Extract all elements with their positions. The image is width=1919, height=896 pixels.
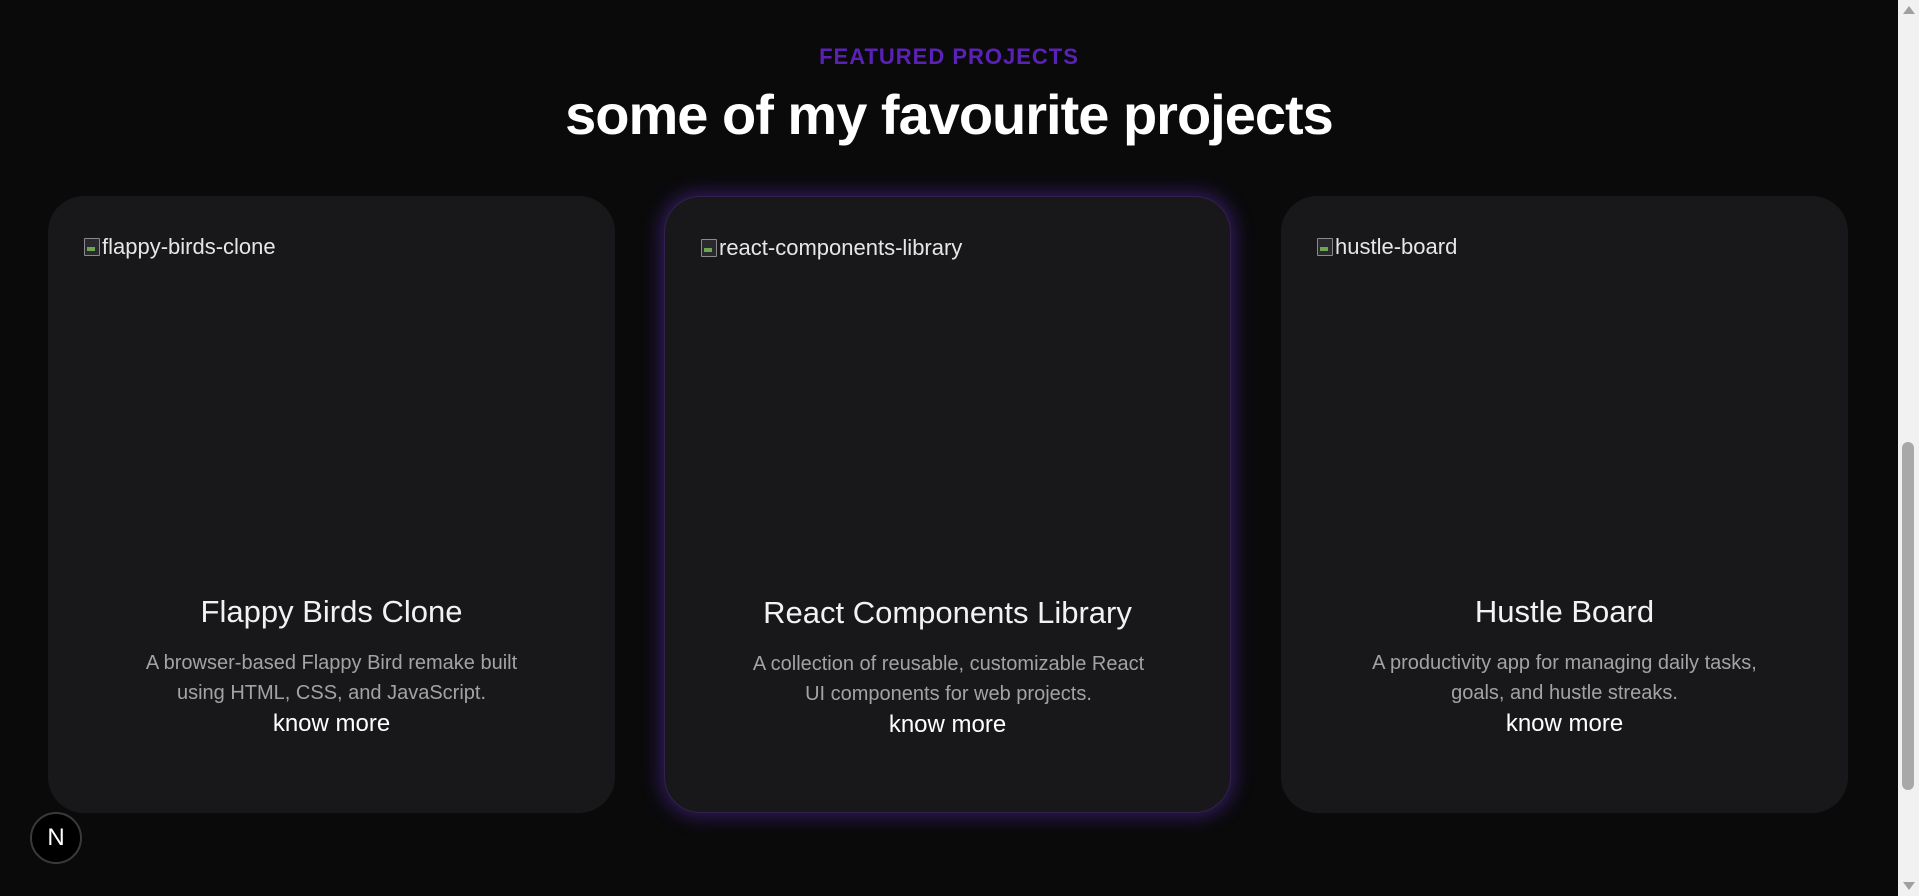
scroll-up-arrow-icon[interactable] [1903, 6, 1915, 14]
project-image: hustle-board [1317, 234, 1457, 260]
project-image: flappy-birds-clone [84, 234, 276, 260]
nextjs-dev-badge[interactable]: N [30, 812, 82, 864]
vertical-scrollbar[interactable] [1898, 0, 1919, 896]
section-eyebrow: FEATURED PROJECTS [819, 44, 1079, 69]
project-title: React Components Library [763, 595, 1132, 630]
know-more-link[interactable]: know more [48, 710, 615, 738]
section-title: some of my favourite projects [565, 83, 1334, 146]
nextjs-logo-icon: N [47, 824, 65, 851]
project-image: react-components-library [701, 235, 962, 261]
broken-image-icon [1317, 238, 1333, 256]
broken-image-icon [84, 238, 100, 256]
scroll-down-arrow-icon[interactable] [1903, 882, 1915, 890]
image-alt-text: hustle-board [1335, 234, 1458, 259]
image-alt-text: flappy-birds-clone [102, 234, 276, 259]
project-cards: flappy-birds-clone Flappy Birds Clone A … [48, 196, 1848, 813]
project-card-react-components[interactable]: react-components-library React Component… [664, 196, 1231, 813]
project-description: A browser-based Flappy Bird remake built… [145, 652, 518, 704]
project-title: Flappy Birds Clone [200, 594, 463, 629]
project-card-hustle-board[interactable]: hustle-board Hustle Board A productivity… [1281, 196, 1848, 813]
project-title: Hustle Board [1474, 594, 1655, 629]
projects-page: FEATURED PROJECTS some of my favourite p… [0, 0, 1919, 896]
project-description: A productivity app for managing daily ta… [1372, 652, 1757, 704]
broken-image-icon [701, 239, 717, 257]
image-alt-text: react-components-library [719, 235, 963, 260]
know-more-link[interactable]: know more [665, 711, 1230, 739]
project-description: A collection of reusable, customizable R… [752, 653, 1145, 705]
know-more-link[interactable]: know more [1281, 710, 1848, 738]
project-card-flappy-birds[interactable]: flappy-birds-clone Flappy Birds Clone A … [48, 196, 615, 813]
scrollbar-thumb[interactable] [1902, 442, 1914, 790]
